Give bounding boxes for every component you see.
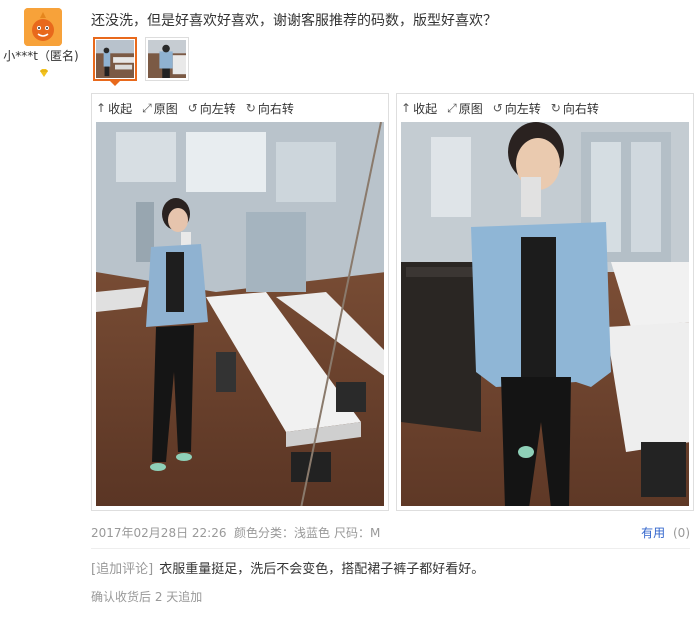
followup-time: 确认收货后 2 天追加 <box>91 590 203 604</box>
review-date: 2017年02月28日 22:26 <box>91 526 227 540</box>
followup-tag: [追加评论] <box>91 562 154 577</box>
mirror-selfie-photo <box>401 122 689 506</box>
image-viewer-1: ↑ 收起 ⤢ 原图 ↺ 向左转 ↻ 向右转 <box>91 93 389 511</box>
rotate-left-button[interactable]: ↺ 向左转 <box>493 100 541 117</box>
rotate-right-button[interactable]: ↻ 向右转 <box>551 100 599 117</box>
user-name: 小***t（匿名) <box>3 49 79 63</box>
size-category: 尺码：M <box>334 526 381 540</box>
useful-count: (0) <box>673 526 690 540</box>
selected-indicator <box>109 80 121 86</box>
collapse-button[interactable]: ↑ 收起 <box>401 100 437 117</box>
viewer-toolbar: ↑ 收起 ⤢ 原图 ↺ 向左转 ↻ 向右转 <box>397 94 693 122</box>
avatar[interactable] <box>24 8 62 46</box>
viewer-toolbar: ↑ 收起 ⤢ 原图 ↺ 向左转 ↻ 向右转 <box>92 94 388 122</box>
photo-thumbnail <box>148 40 186 78</box>
followup-review: [追加评论] 衣服重量挺足，洗后不会变色，搭配裙子裤子都好看好。 <box>91 558 484 577</box>
thumbnail-1[interactable] <box>93 37 137 81</box>
rotate-right-button[interactable]: ↻ 向右转 <box>246 100 294 117</box>
diamond-icon <box>40 69 48 77</box>
mirror-selfie-photo <box>96 122 384 506</box>
review-photo-1[interactable] <box>96 122 384 506</box>
arrow-up-icon: ↑ <box>96 101 107 115</box>
thumbnail-2[interactable] <box>145 37 189 81</box>
useful-button[interactable]: 有用 (0) <box>641 524 690 541</box>
divider <box>91 548 690 549</box>
collapse-button[interactable]: ↑ 收起 <box>96 100 132 117</box>
useful-label: 有用 <box>641 526 666 540</box>
color-category: 颜色分类：浅蓝色 <box>234 526 331 540</box>
rotate-left-icon: ↺ <box>492 101 503 115</box>
original-image-button[interactable]: ⤢ 原图 <box>142 100 178 117</box>
review-photo-2[interactable] <box>401 122 689 506</box>
followup-text: 衣服重量挺足，洗后不会变色，搭配裙子裤子都好看好。 <box>159 562 485 577</box>
rotate-left-icon: ↺ <box>187 101 198 115</box>
expand-icon: ⤢ <box>142 100 152 115</box>
expand-icon: ⤢ <box>447 100 457 115</box>
image-viewer-2: ↑ 收起 ⤢ 原图 ↺ 向左转 ↻ 向右转 <box>396 93 694 511</box>
arrow-up-icon: ↑ <box>401 101 412 115</box>
rotate-right-icon: ↻ <box>550 101 561 115</box>
rotate-left-button[interactable]: ↺ 向左转 <box>188 100 236 117</box>
rotate-right-icon: ↻ <box>245 101 256 115</box>
photo-thumbnail <box>96 40 134 78</box>
cartoon-face-icon <box>24 8 62 46</box>
review-text: 还没洗，但是好喜欢好喜欢，谢谢客服推荐的码数，版型好喜欢？ <box>91 13 497 29</box>
original-image-button[interactable]: ⤢ 原图 <box>447 100 483 117</box>
